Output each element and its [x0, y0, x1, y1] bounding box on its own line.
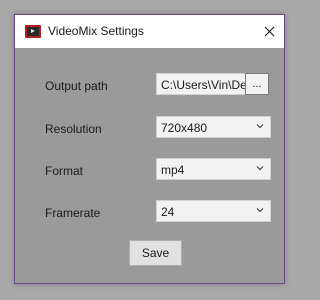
- resolution-label: Resolution: [45, 122, 102, 136]
- save-button[interactable]: Save: [129, 240, 182, 266]
- output-path-label: Output path: [45, 79, 108, 93]
- format-value: mp4: [161, 163, 185, 177]
- format-select[interactable]: mp4: [156, 158, 271, 180]
- framerate-value: 24: [161, 205, 175, 219]
- chevron-down-icon: [256, 208, 264, 213]
- film-icon: [25, 25, 41, 38]
- resolution-value: 720x480: [161, 121, 208, 135]
- window-title: VideoMix Settings: [48, 24, 144, 38]
- framerate-label: Framerate: [45, 206, 101, 220]
- framerate-select[interactable]: 24: [156, 200, 271, 222]
- close-icon: [264, 26, 275, 37]
- close-button[interactable]: [255, 15, 284, 48]
- format-label: Format: [45, 164, 84, 178]
- browse-button[interactable]: ...: [245, 73, 269, 95]
- resolution-select[interactable]: 720x480: [156, 116, 271, 138]
- settings-dialog: VideoMix Settings Output path C:\Users\V…: [14, 14, 285, 284]
- chevron-down-icon: [256, 124, 264, 129]
- title-bar[interactable]: VideoMix Settings: [15, 15, 284, 48]
- chevron-down-icon: [256, 166, 264, 171]
